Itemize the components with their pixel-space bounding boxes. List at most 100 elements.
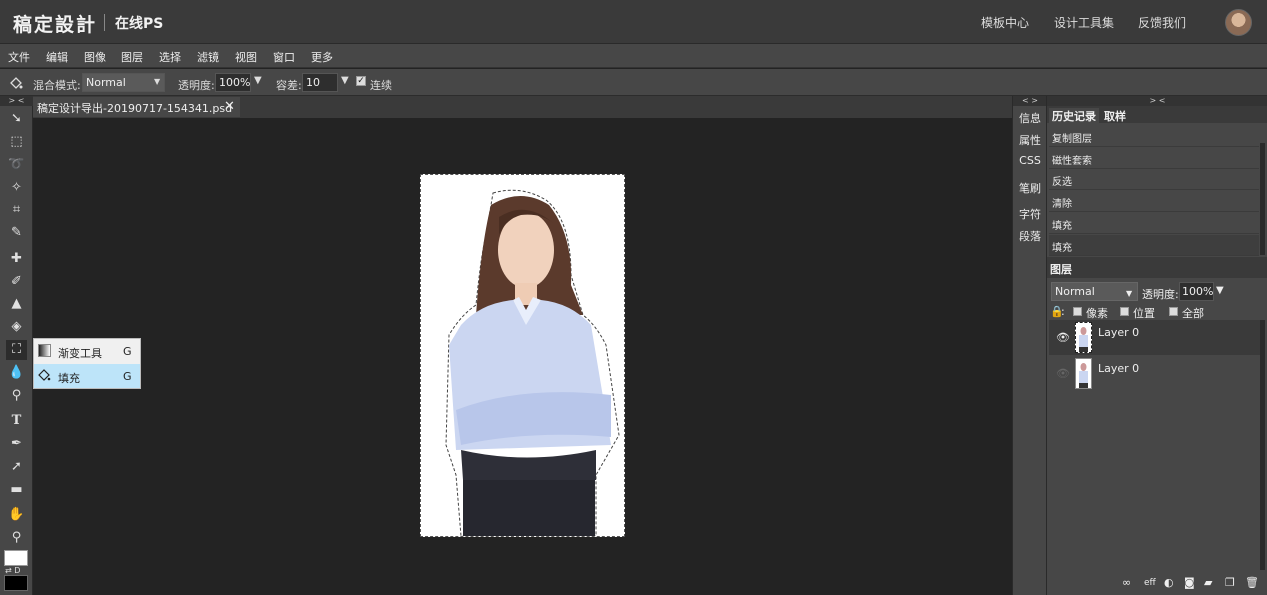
layer-opacity-dropdown-icon[interactable]: ▼ [1216, 285, 1224, 296]
crop-icon[interactable]: ⌗ [6, 200, 27, 220]
menu-filter[interactable]: 滤镜 [197, 49, 219, 65]
collapse-toggle-icon[interactable]: > < [0, 96, 33, 106]
healing-brush-icon[interactable]: ✚ [6, 249, 27, 269]
layer-list: 👁 Layer 0 👁 Layer 0 [1049, 320, 1261, 570]
paint-bucket-tool-icon[interactable]: ⛶ [6, 340, 27, 360]
nav-design-tools-link[interactable]: 设计工具集 [1054, 14, 1114, 31]
tab-layers[interactable]: 图层 [1050, 261, 1072, 277]
foreground-color-swatch[interactable] [4, 550, 28, 566]
history-item[interactable]: 填充 [1049, 213, 1259, 234]
tab-history[interactable]: 历史记录 [1049, 108, 1099, 124]
adjustment-icon[interactable]: ◐ [1164, 576, 1174, 589]
lock-pixels-checkbox[interactable] [1073, 307, 1082, 316]
lock-all-label: 全部 [1182, 307, 1204, 320]
app-root: 稿定設計 在线PS 模板中心 设计工具集 反馈我们 文件 编辑 图像 图层 选择… [0, 0, 1267, 595]
dodge-icon[interactable]: ⚲ [6, 386, 27, 406]
layer-thumbnail [1075, 358, 1092, 389]
lock-all-checkbox[interactable] [1169, 307, 1178, 316]
side-tab-character[interactable]: 字符 [1013, 206, 1047, 222]
blur-icon[interactable]: 💧 [6, 363, 27, 383]
hand-icon[interactable]: ✋ [6, 505, 27, 525]
history-item[interactable]: 填充 [1049, 235, 1259, 256]
background-color-swatch[interactable] [4, 575, 28, 591]
user-avatar[interactable] [1225, 9, 1252, 36]
eraser-icon[interactable]: ◈ [6, 317, 27, 337]
trash-icon[interactable]: 🗑 [1245, 576, 1259, 589]
side-tab-info[interactable]: 信息 [1013, 110, 1047, 126]
history-scrollbar[interactable] [1260, 143, 1265, 255]
mask-icon[interactable]: ◙ [1184, 576, 1195, 589]
history-item[interactable]: 反选 [1049, 169, 1259, 190]
history-item[interactable]: 磁性套索 [1049, 148, 1259, 169]
menu-bar: 文件 编辑 图像 图层 选择 滤镜 视图 窗口 更多 [0, 44, 1267, 68]
gradient-icon [38, 344, 51, 357]
brush-icon[interactable]: ✐ [6, 272, 27, 292]
side-tab-properties[interactable]: 属性 [1013, 132, 1047, 148]
brand-logo[interactable]: 稿定設計 [13, 10, 97, 37]
menu-view[interactable]: 视图 [235, 49, 257, 65]
side-tab-css[interactable]: CSS [1013, 154, 1047, 167]
eyedropper-icon[interactable]: ✎ [6, 223, 27, 243]
folder-icon[interactable]: ▰ [1204, 576, 1212, 589]
side-tab-brush[interactable]: 笔刷 [1013, 180, 1047, 196]
nav-templates-link[interactable]: 模板中心 [981, 14, 1029, 31]
eye-icon[interactable]: 👁 [1056, 367, 1070, 380]
document-tab[interactable]: 稿定设计导出-20190717-154341.psd [33, 97, 240, 117]
history-item[interactable]: 清除 [1049, 191, 1259, 212]
top-header: 稿定設計 在线PS 模板中心 设计工具集 反馈我们 [0, 0, 1267, 44]
history-item[interactable]: 复制图层 [1049, 126, 1259, 147]
clone-stamp-icon[interactable]: ▲ [6, 294, 27, 314]
canvas-image[interactable] [420, 174, 625, 537]
layer-opacity-label: 透明度: [1142, 288, 1179, 301]
move-tool-icon[interactable]: ➘ [6, 109, 27, 129]
flyout-label: 渐变工具 [58, 347, 102, 360]
menu-file[interactable]: 文件 [8, 49, 30, 65]
contiguous-checkbox[interactable]: ✓ [356, 76, 366, 86]
blend-mode-select[interactable]: Normal [82, 73, 165, 92]
menu-select[interactable]: 选择 [159, 49, 181, 65]
magic-wand-icon[interactable]: ✧ [6, 178, 27, 198]
layers-scrollbar[interactable] [1260, 320, 1265, 570]
layer-thumbnail [1075, 322, 1092, 353]
app-subtitle: 在线PS [115, 16, 164, 32]
collapse-toggle-icon[interactable]: > < [1047, 96, 1267, 106]
marquee-icon[interactable]: ⬚ [6, 132, 27, 152]
menu-layer[interactable]: 图层 [121, 49, 143, 65]
nav-feedback-link[interactable]: 反馈我们 [1138, 14, 1186, 31]
collapse-toggle-icon[interactable]: < > [1013, 96, 1047, 106]
link-icon[interactable]: ∞ [1122, 576, 1131, 589]
layer-opacity-input[interactable]: 100% [1179, 282, 1214, 301]
side-tab-paragraph[interactable]: 段落 [1013, 228, 1047, 244]
menu-image[interactable]: 图像 [84, 49, 106, 65]
opacity-input[interactable]: 100% [215, 73, 251, 92]
menu-edit[interactable]: 编辑 [46, 49, 68, 65]
tolerance-input[interactable]: 10 [302, 73, 338, 92]
lock-position-checkbox[interactable] [1120, 307, 1129, 316]
flyout-shortcut: G [123, 370, 132, 383]
menu-window[interactable]: 窗口 [273, 49, 295, 65]
tab-samples[interactable]: 取样 [1101, 108, 1129, 124]
path-select-icon[interactable]: ➚ [6, 457, 27, 477]
tools-panel: > < ➘ ⬚ ➰ ✧ ⌗ ✎ ✚ ✐ ▲ ◈ ⛶ 💧 ⚲ T ✒ ➚ ▬ ✋ … [0, 96, 33, 595]
layer-row[interactable]: 👁 Layer 0 [1049, 356, 1261, 391]
effects-icon[interactable]: eff [1144, 578, 1156, 588]
person-photo [445, 189, 620, 536]
swap-default-colors[interactable]: ⇄ D [5, 566, 20, 575]
opacity-dropdown-icon[interactable]: ▼ [254, 75, 262, 86]
blend-mode-label: 混合模式: [33, 79, 81, 92]
eye-icon[interactable]: 👁 [1056, 331, 1070, 344]
tolerance-dropdown-icon[interactable]: ▼ [341, 75, 349, 86]
logo-divider [104, 14, 105, 31]
layer-blend-mode-select[interactable]: Normal [1051, 282, 1138, 301]
new-layer-icon[interactable]: ❐ [1225, 576, 1235, 589]
text-icon[interactable]: T [6, 411, 27, 431]
flyout-item-gradient[interactable]: 渐变工具 G [34, 339, 140, 363]
pen-icon[interactable]: ✒ [6, 434, 27, 454]
layer-row[interactable]: 👁 Layer 0 [1049, 320, 1261, 355]
menu-more[interactable]: 更多 [311, 49, 333, 65]
flyout-item-fill[interactable]: 填充 G [34, 364, 140, 388]
zoom-icon[interactable]: ⚲ [6, 528, 27, 548]
rectangle-icon[interactable]: ▬ [6, 480, 27, 500]
lasso-icon[interactable]: ➰ [6, 155, 27, 175]
close-icon[interactable]: ✕ [224, 99, 235, 114]
